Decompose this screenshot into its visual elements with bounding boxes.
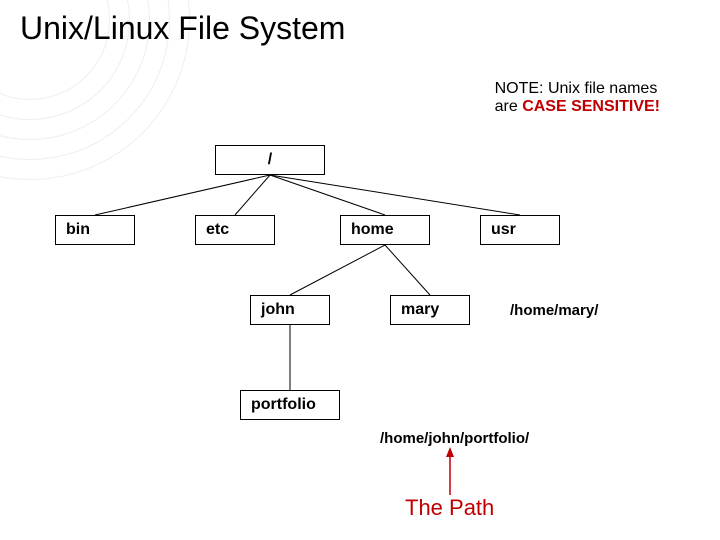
node-etc: etc xyxy=(195,215,275,245)
node-john: john xyxy=(250,295,330,325)
node-bin: bin xyxy=(55,215,135,245)
note-case-sensitive: CASE SENSITIVE! xyxy=(522,98,660,115)
label-portfolio-path: /home/john/portfolio/ xyxy=(380,430,529,447)
label-mary-path: /home/mary/ xyxy=(510,302,598,319)
node-home: home xyxy=(340,215,430,245)
label-the-path: The Path xyxy=(405,495,494,521)
node-portfolio: portfolio xyxy=(240,390,340,420)
note-line-2-prefix: are xyxy=(495,98,523,115)
node-root: / xyxy=(215,145,325,175)
node-usr: usr xyxy=(480,215,560,245)
note-line-1: NOTE: Unix file names xyxy=(495,80,658,97)
page-title: Unix/Linux File System xyxy=(20,10,345,47)
note-text: NOTE: Unix file names are CASE SENSITIVE… xyxy=(495,80,660,116)
node-mary: mary xyxy=(390,295,470,325)
